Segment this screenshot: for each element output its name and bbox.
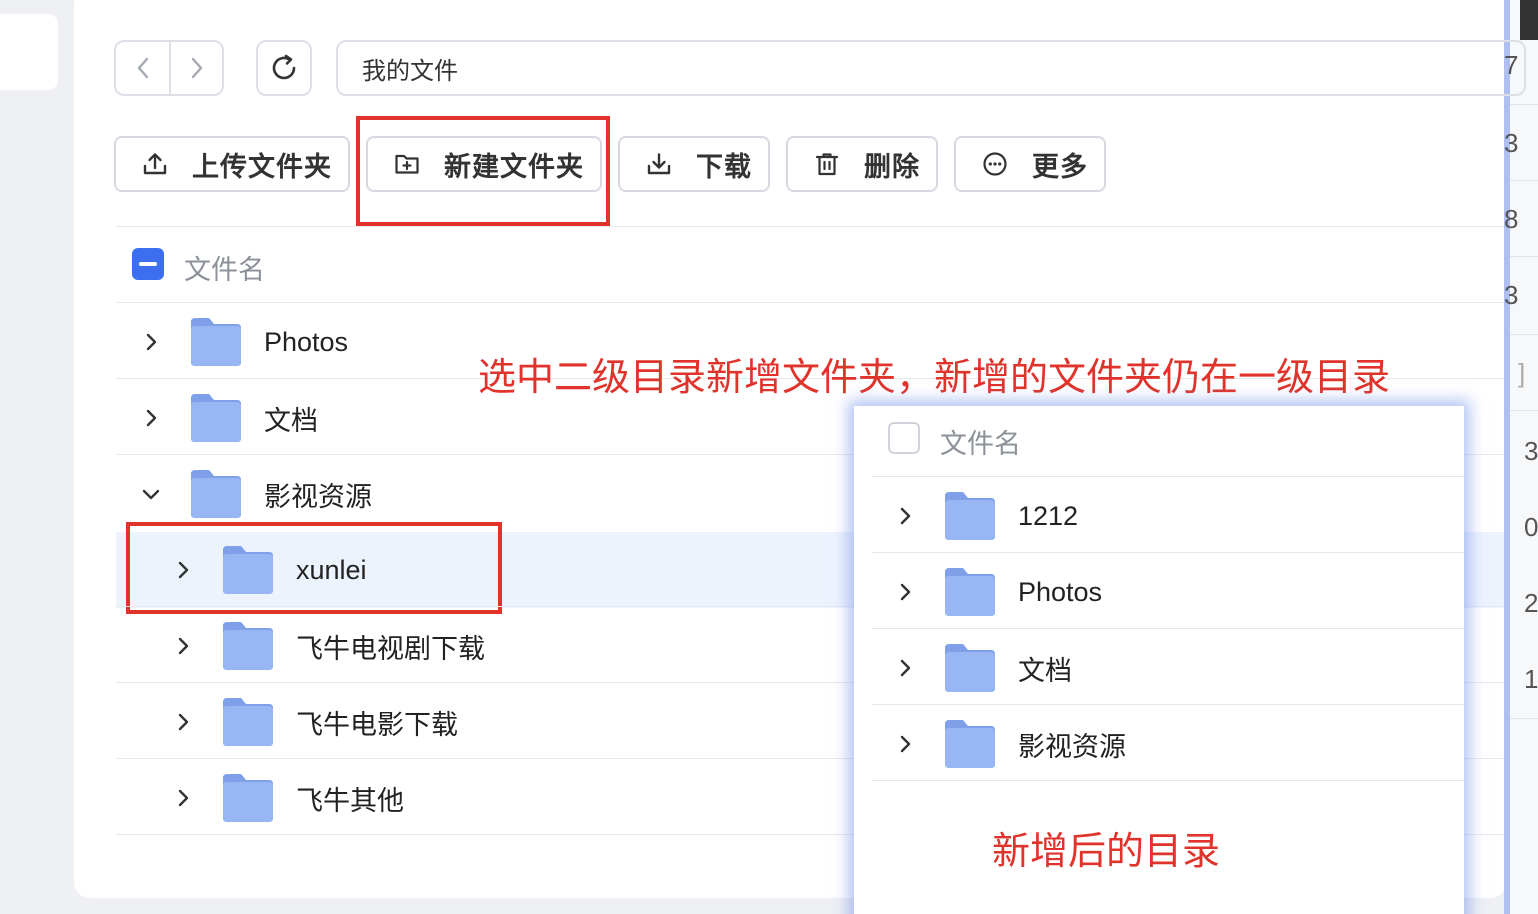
folder-icon [944, 644, 996, 692]
upload-icon [142, 151, 168, 177]
divider [872, 628, 1464, 629]
background-card [0, 14, 58, 90]
table-row[interactable]: 文档 [890, 630, 1072, 706]
folder-icon [190, 318, 242, 366]
divider [116, 226, 1504, 227]
file-name: 影视资源 [1018, 731, 1126, 762]
table-row[interactable]: 1212 [890, 478, 1078, 554]
divider [872, 552, 1464, 553]
expand-chevron-icon[interactable] [890, 653, 920, 683]
history-nav [114, 40, 224, 96]
divider [116, 302, 1504, 303]
adjacent-window-bar [1520, 0, 1538, 40]
strip-value: 0 [1524, 512, 1538, 542]
divider [872, 476, 1464, 477]
table-row[interactable]: 飞牛其他 [168, 760, 404, 836]
download-label: 下载 [696, 151, 752, 182]
path-value: 我的文件 [362, 57, 458, 85]
file-name: Photos [1018, 576, 1103, 607]
folder-icon [222, 774, 274, 822]
table-row[interactable]: 飞牛电视剧下载 [168, 608, 485, 684]
strip-divider [1510, 334, 1538, 335]
strip-divider [1510, 104, 1538, 105]
strip-value: ] [1518, 358, 1526, 388]
table-row[interactable]: 影视资源 [136, 456, 372, 532]
strip-value: 18 [1524, 664, 1538, 694]
collapse-chevron-icon[interactable] [136, 479, 166, 509]
folder-icon [944, 568, 996, 616]
folder-icon [190, 470, 242, 518]
strip-value: 3 [1504, 128, 1519, 158]
annotation-text: 新增后的目录 [992, 831, 1221, 873]
table-row[interactable]: 影视资源 [890, 706, 1126, 782]
column-header-filename[interactable]: 文件名 [184, 248, 265, 287]
refresh-button[interactable] [256, 40, 312, 96]
trash-icon [814, 151, 840, 177]
folder-icon [222, 698, 274, 746]
more-icon [982, 151, 1008, 177]
upload-folder-label: 上传文件夹 [192, 151, 332, 182]
folder-icon [944, 492, 996, 540]
file-name: Photos [264, 326, 349, 357]
file-name: 飞牛电视剧下载 [296, 633, 485, 664]
annotation-highlight-new-folder [356, 116, 610, 226]
delete-label: 删除 [864, 151, 920, 182]
file-name: 1212 [1018, 500, 1079, 531]
divider [872, 704, 1464, 705]
file-name: 飞牛电影下载 [296, 709, 458, 740]
expand-chevron-icon[interactable] [136, 327, 166, 357]
strip-divider [1510, 410, 1538, 411]
annotation-text: 选中二级目录新增文件夹，新增的文件夹仍在一级目录 [478, 357, 1391, 399]
column-header-filename[interactable]: 文件名 [940, 422, 1021, 461]
file-name: 影视资源 [264, 481, 372, 512]
expand-chevron-icon[interactable] [890, 501, 920, 531]
strip-divider [1510, 718, 1538, 719]
strip-divider [1510, 256, 1538, 257]
folder-icon [944, 720, 996, 768]
expand-chevron-icon[interactable] [168, 783, 198, 813]
path-field[interactable]: 我的文件 [336, 40, 1526, 96]
divider [872, 780, 1464, 781]
expand-chevron-icon[interactable] [890, 729, 920, 759]
adjacent-window-strip: 7 3 8 3 ] 3 0 2 18 [1504, 0, 1538, 914]
table-row[interactable]: Photos [890, 554, 1102, 630]
indeterminate-mark [139, 262, 157, 266]
expand-chevron-icon[interactable] [168, 707, 198, 737]
chevron-right-icon [191, 57, 202, 79]
folder-icon [190, 394, 242, 442]
back-button[interactable] [116, 42, 169, 94]
table-row[interactable]: 文档 [136, 380, 318, 456]
strip-value: 3 [1524, 436, 1538, 466]
strip-divider [1510, 180, 1538, 181]
more-label: 更多 [1032, 151, 1088, 182]
annotation-highlight-xunlei [126, 522, 502, 614]
expand-chevron-icon[interactable] [168, 631, 198, 661]
delete-button[interactable]: 删除 [786, 136, 938, 192]
folder-icon [222, 622, 274, 670]
file-name: 飞牛其他 [296, 785, 404, 816]
download-icon [646, 151, 672, 177]
upload-folder-button[interactable]: 上传文件夹 [114, 136, 350, 192]
strip-value: 8 [1504, 204, 1519, 234]
select-all-checkbox[interactable] [888, 422, 920, 454]
expand-chevron-icon[interactable] [890, 577, 920, 607]
file-name: 文档 [264, 405, 318, 436]
strip-value: 3 [1504, 280, 1519, 310]
forward-button[interactable] [169, 42, 222, 94]
refresh-icon [272, 54, 296, 80]
more-button[interactable]: 更多 [954, 136, 1106, 192]
after-state-panel: 文件名 1212 Photos 文档 影视资源 新增后的目录 [854, 406, 1464, 914]
strip-value: 2 [1524, 588, 1538, 618]
file-name: 文档 [1018, 655, 1072, 686]
table-row[interactable]: 飞牛电影下载 [168, 684, 458, 760]
select-all-checkbox[interactable] [132, 248, 164, 280]
download-button[interactable]: 下载 [618, 136, 770, 192]
chevron-left-icon [137, 57, 148, 79]
table-row[interactable]: Photos [136, 304, 348, 380]
expand-chevron-icon[interactable] [136, 403, 166, 433]
